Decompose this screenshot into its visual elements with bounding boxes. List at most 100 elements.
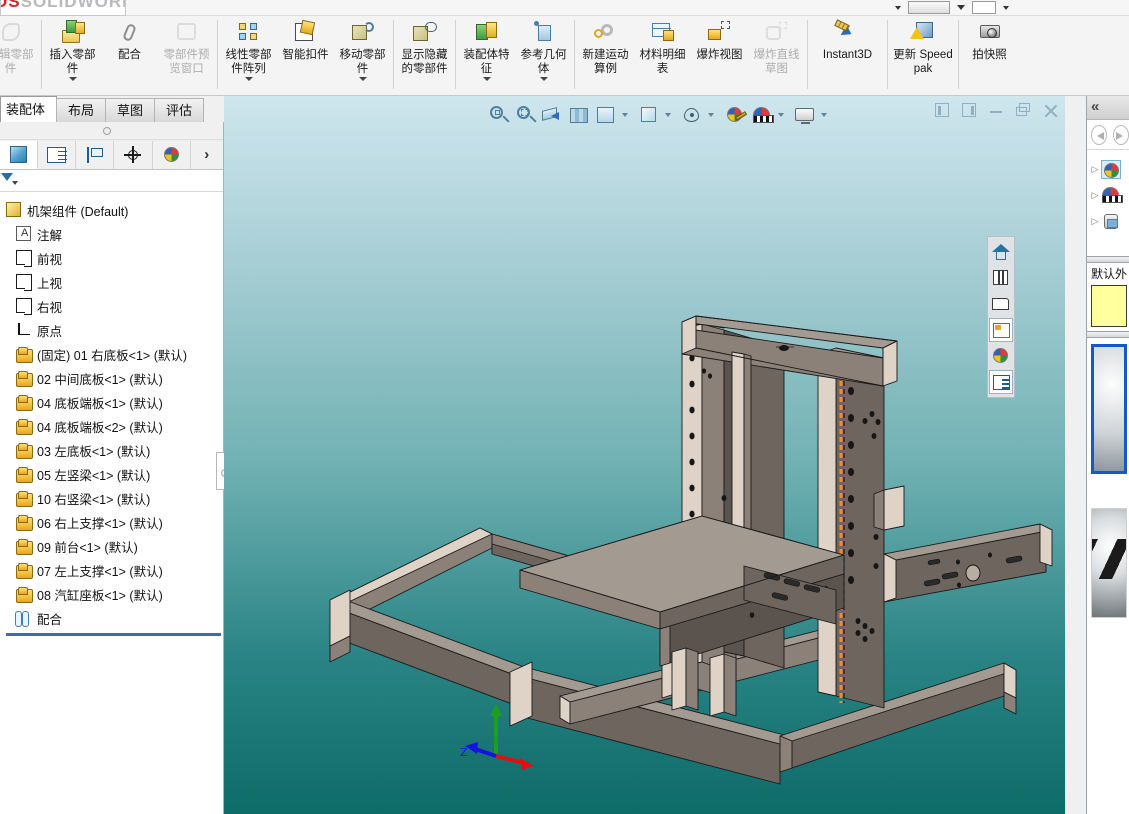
- feature-manager-tab[interactable]: [0, 140, 39, 169]
- tree-item-top-plane[interactable]: 上视: [4, 270, 223, 294]
- task-pane-back-button[interactable]: [1091, 124, 1107, 145]
- ribbon-button-update-speedpak[interactable]: 更新 Speedpak: [890, 16, 956, 95]
- menu-combo-box[interactable]: [908, 1, 950, 14]
- task-pane-splitter-2[interactable]: [1087, 331, 1129, 338]
- custom-properties-button[interactable]: [989, 370, 1013, 394]
- tab-evaluate[interactable]: 评估: [154, 98, 205, 122]
- configuration-manager-tab[interactable]: [76, 140, 115, 169]
- ribbon-button-mate[interactable]: 配合: [101, 16, 158, 95]
- ribbon-label: 显示隐藏的零部件: [401, 49, 448, 75]
- tree-item-label: 前视: [37, 252, 63, 267]
- chevron-down-icon[interactable]: [482, 77, 491, 81]
- tree-item-part[interactable]: 07 左上支撑<1> (默认): [4, 558, 223, 582]
- tree-item-part[interactable]: 09 前台<1> (默认): [4, 534, 223, 558]
- tab-sketch[interactable]: 草图: [105, 98, 156, 122]
- update-speedpak-icon: [908, 20, 938, 46]
- tree-item-part[interactable]: 06 右上支撑<1> (默认): [4, 510, 223, 534]
- task-pane-splitter[interactable]: [1087, 256, 1129, 263]
- expand-arrow-icon[interactable]: ▷: [1089, 190, 1101, 201]
- ribbon-button-show-hidden-components[interactable]: 显示隐藏的零部件: [396, 16, 453, 95]
- ribbon-button-exploded-view[interactable]: 爆炸视图: [691, 16, 748, 95]
- ribbon-button-edit-component[interactable]: 编辑零部件: [0, 16, 39, 95]
- feature-manager-panel: › 机架组件 (Default) 注解 前视 上视: [0, 122, 230, 814]
- tree-item-part[interactable]: 02 中间底板<1> (默认): [4, 366, 223, 390]
- tab-layout[interactable]: 布局: [56, 98, 107, 122]
- ribbon-separator: [887, 20, 888, 89]
- expand-arrow-icon[interactable]: ▷: [1089, 164, 1101, 175]
- feature-manager-filter-row[interactable]: [0, 170, 223, 192]
- dimxpert-manager-tab[interactable]: [114, 140, 153, 169]
- view-palette-button[interactable]: [989, 318, 1013, 342]
- ribbon-button-smart-fasteners[interactable]: 智能扣件: [277, 16, 334, 95]
- decals-node[interactable]: ▷: [1089, 208, 1129, 234]
- edit-component-icon: [0, 20, 26, 46]
- tree-item-part[interactable]: 10 右竖梁<1> (默认): [4, 486, 223, 510]
- collapse-glyph: «: [1091, 98, 1100, 115]
- design-library-button[interactable]: [989, 266, 1013, 290]
- ribbon-label: 智能扣件: [282, 49, 329, 61]
- tree-item-front-plane[interactable]: 前视: [4, 246, 223, 270]
- appearances-node[interactable]: ▷: [1089, 156, 1129, 182]
- ribbon-button-take-snapshot[interactable]: 拍快照: [961, 16, 1018, 95]
- ribbon-label: 移动零部件: [339, 49, 386, 75]
- menu-small-box[interactable]: [972, 1, 996, 14]
- feature-manager-expand-button[interactable]: ›: [191, 141, 223, 169]
- expand-arrow-icon[interactable]: ▷: [1089, 216, 1101, 227]
- ribbon-button-bill-of-materials[interactable]: 材料明细表: [634, 16, 691, 95]
- chevron-down-icon[interactable]: [68, 77, 77, 81]
- tab-assembly[interactable]: 装配体: [0, 96, 58, 122]
- ribbon-button-insert-component[interactable]: 插入零部件: [44, 16, 101, 95]
- graphics-area[interactable]: Z: [224, 96, 1065, 814]
- menu-small-caret-icon[interactable]: [1003, 5, 1009, 10]
- model-3d-view[interactable]: [224, 96, 1065, 814]
- ribbon-button-reference-geometry[interactable]: 参考几何体: [515, 16, 572, 95]
- chevron-down-icon[interactable]: [358, 77, 367, 81]
- ribbon-label: 线性零部件阵列: [225, 49, 272, 75]
- menu-caret-icon[interactable]: [895, 5, 901, 10]
- tree-item-label: 配合: [37, 612, 63, 627]
- ribbon-button-explode-line-sketch[interactable]: 爆炸直线草图: [748, 16, 805, 95]
- plane-icon: [14, 297, 34, 315]
- property-manager-tab[interactable]: [38, 140, 77, 169]
- tree-item-mates[interactable]: 配合: [4, 606, 223, 630]
- appearance-ball-icon: [1101, 159, 1121, 179]
- ribbon-label: Instant3D: [822, 49, 873, 61]
- ribbon-button-component-preview-window[interactable]: 零部件预览窗口: [158, 16, 215, 95]
- scenes-node[interactable]: ▷: [1089, 182, 1129, 208]
- ribbon-separator: [958, 20, 959, 89]
- file-explorer-button[interactable]: [989, 292, 1013, 316]
- appearance-thumbnail-2[interactable]: [1091, 508, 1127, 618]
- ribbon-button-instant3d[interactable]: Instant3D: [810, 16, 885, 95]
- tree-item-label: 06 右上支撑<1> (默认): [37, 516, 163, 531]
- display-manager-tab[interactable]: [153, 140, 191, 169]
- ribbon-label: 配合: [118, 49, 141, 61]
- appearance-swatch-yellow[interactable]: [1091, 285, 1127, 327]
- tree-item-part[interactable]: 08 汽缸座板<1> (默认): [4, 582, 223, 606]
- tree-item-assembly[interactable]: 机架组件 (Default): [4, 198, 223, 222]
- tree-item-part[interactable]: 04 底板端板<1> (默认): [4, 390, 223, 414]
- chevron-down-icon[interactable]: [244, 77, 253, 81]
- ribbon-button-move-component[interactable]: 移动零部件: [334, 16, 391, 95]
- tree-item-right-plane[interactable]: 右视: [4, 294, 223, 318]
- tree-item-part[interactable]: 03 左底板<1> (默认): [4, 438, 223, 462]
- menu-dropdown-caret-icon[interactable]: [957, 5, 965, 10]
- auto-hide-pin-icon[interactable]: [103, 127, 111, 135]
- chevron-down-icon[interactable]: [12, 181, 18, 185]
- appearance-thumbnail-selected[interactable]: [1091, 344, 1127, 474]
- feature-tree: 机架组件 (Default) 注解 前视 上视 右视 原点: [0, 192, 223, 636]
- tree-item-annotations[interactable]: 注解: [4, 222, 223, 246]
- appearances-scenes-button[interactable]: [989, 344, 1013, 368]
- tree-item-part[interactable]: 05 左竖梁<1> (默认): [4, 462, 223, 486]
- tree-item-part[interactable]: (固定) 01 右底板<1> (默认): [4, 342, 223, 366]
- tree-item-origin[interactable]: 原点: [4, 318, 223, 342]
- tree-item-part[interactable]: 04 底板端板<2> (默认): [4, 414, 223, 438]
- ribbon-button-new-motion-study[interactable]: 新建运动算例: [577, 16, 634, 95]
- ribbon-button-linear-component-pattern[interactable]: 线性零部件阵列: [220, 16, 277, 95]
- chevron-down-icon[interactable]: [539, 77, 548, 81]
- home-button[interactable]: [989, 240, 1013, 264]
- task-pane-forward-button[interactable]: [1113, 124, 1129, 145]
- task-pane-header[interactable]: double-chevron-left-icon «: [1087, 96, 1129, 120]
- part-icon: [14, 417, 34, 435]
- ribbon-button-assembly-features[interactable]: 装配体特征: [458, 16, 515, 95]
- tree-item-label: 上视: [37, 276, 63, 291]
